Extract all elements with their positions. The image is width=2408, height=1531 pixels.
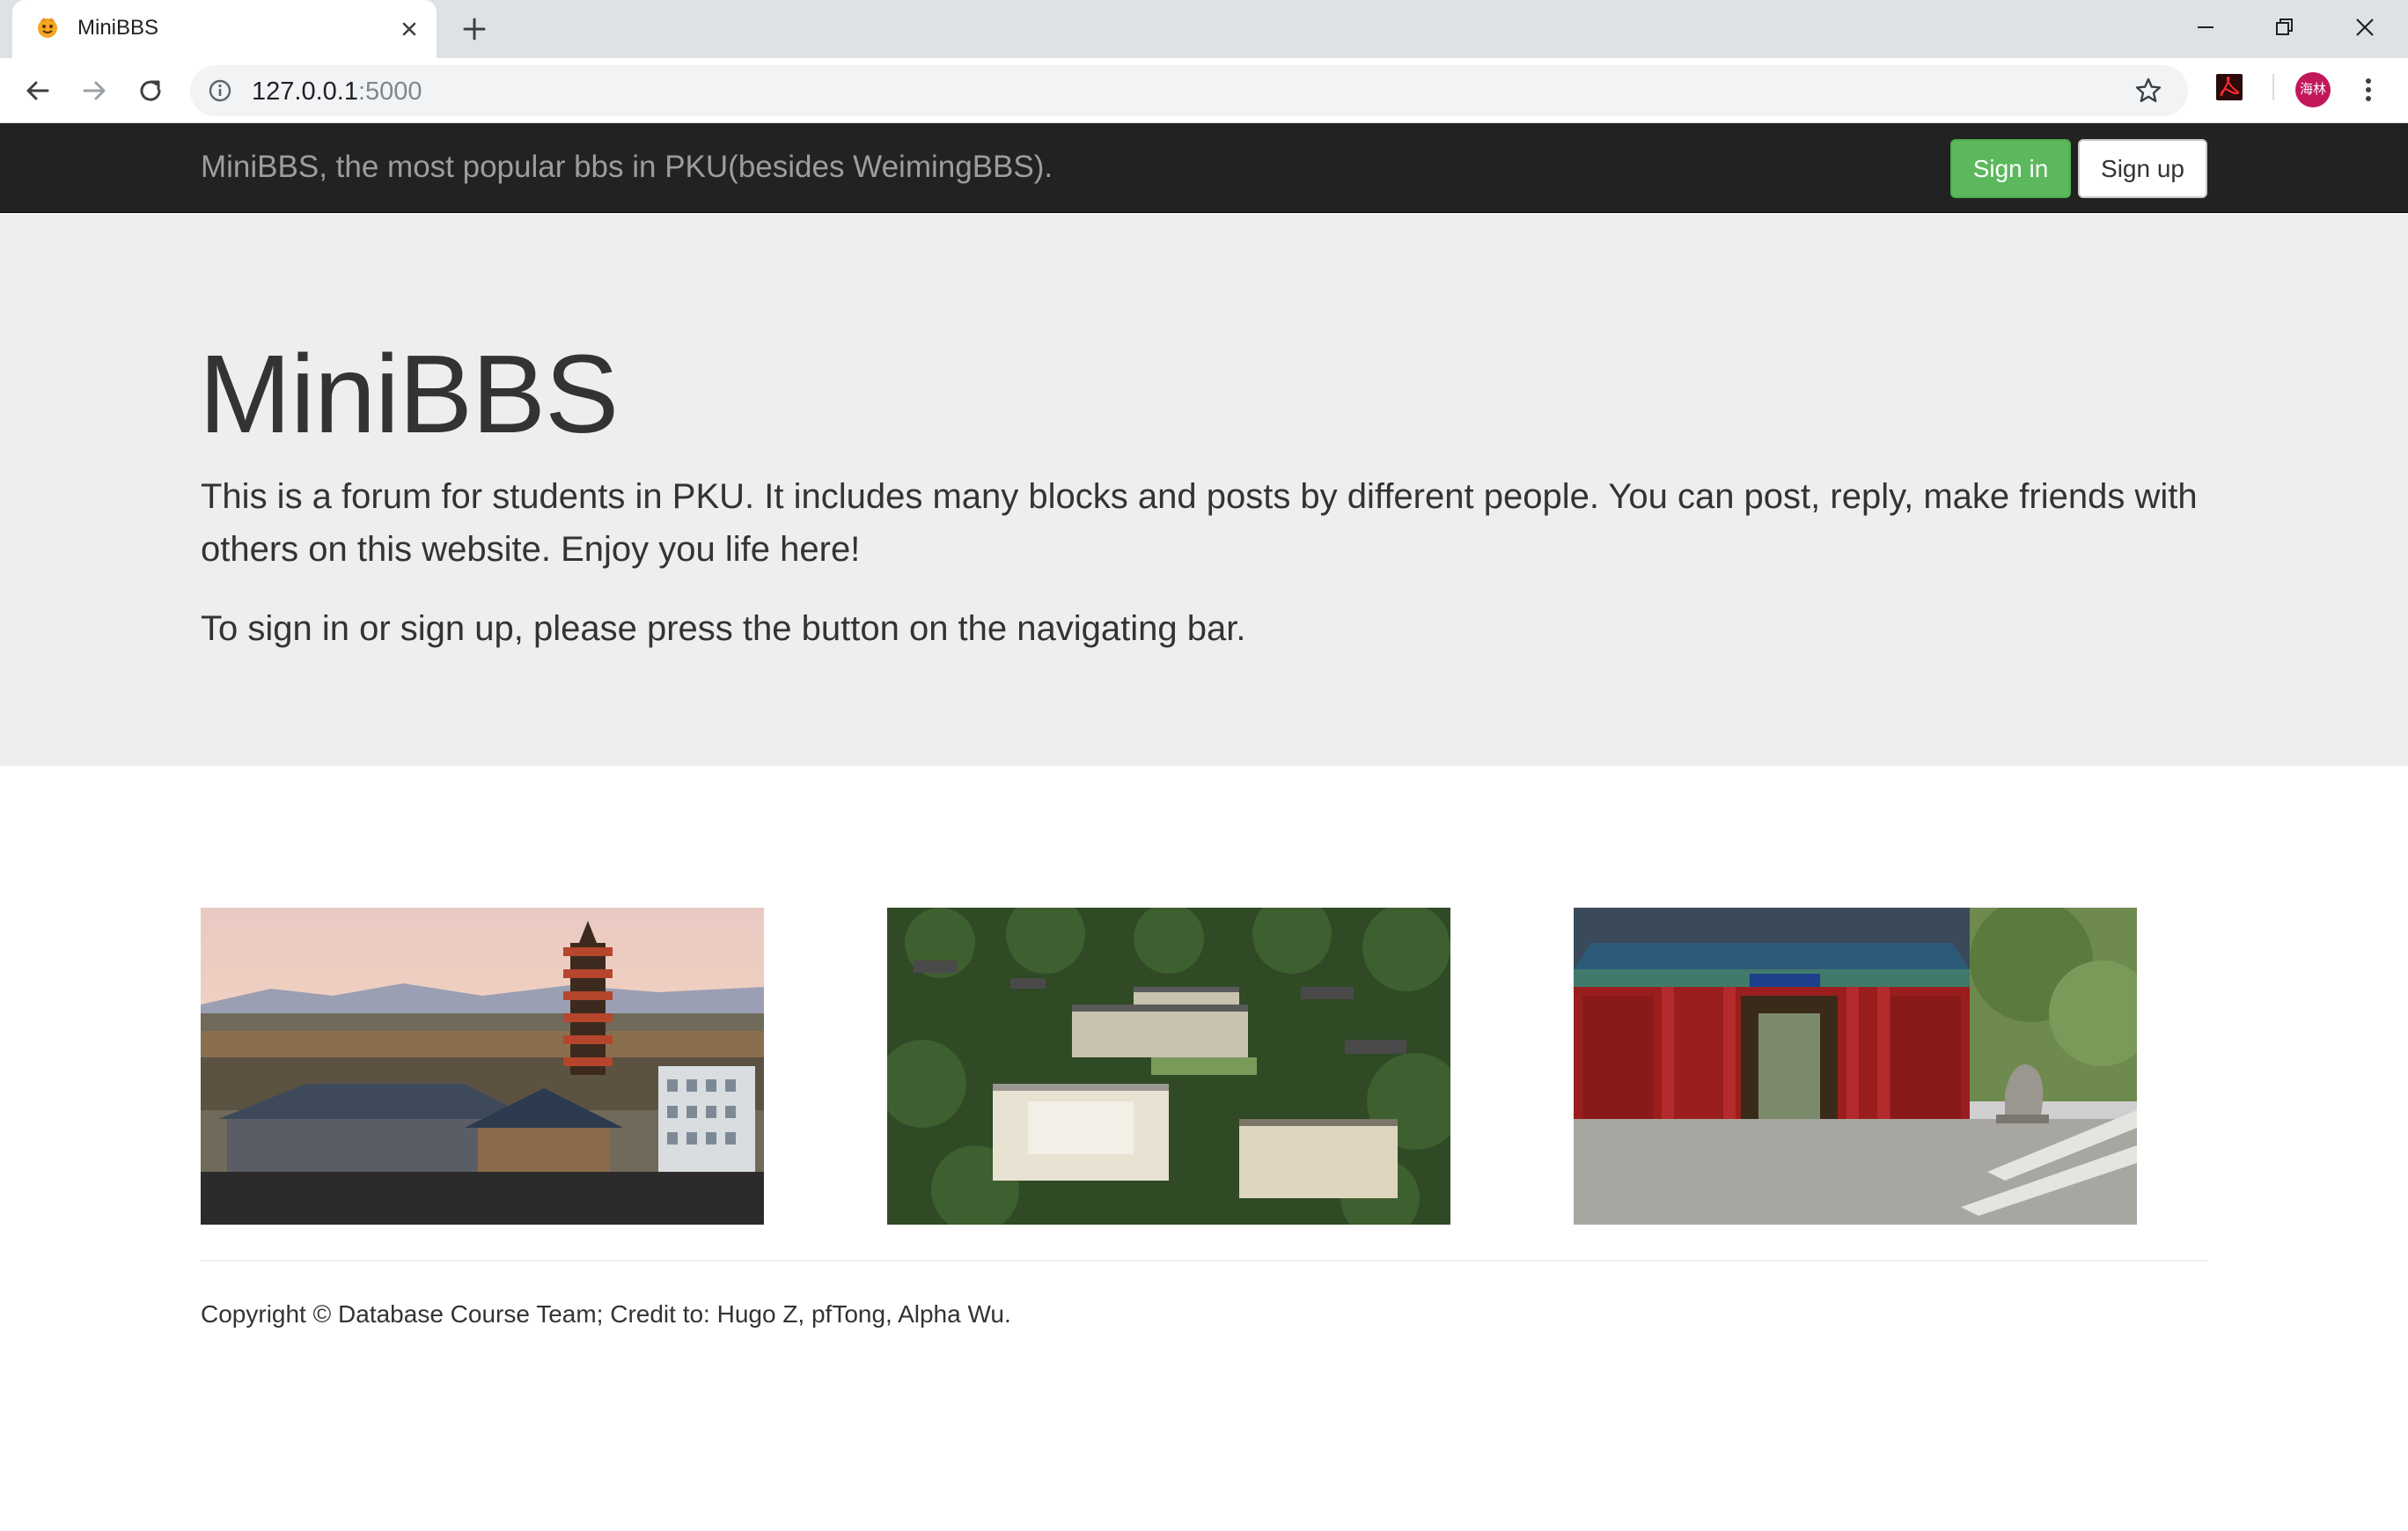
site-navbar: MiniBBS, the most popular bbs in PKU(bes…	[0, 123, 2408, 213]
new-tab-icon[interactable]	[459, 14, 489, 44]
footer-copyright: Copyright © Database Course Team; Credit…	[201, 1300, 1011, 1328]
photo-campus-aerial	[887, 908, 1450, 1225]
url-host: 127.0.0.1	[252, 77, 358, 106]
favicon-icon	[38, 18, 57, 38]
signin-hint-paragraph: To sign in or sign up, please press the …	[201, 609, 1246, 648]
more-menu-icon[interactable]	[2355, 72, 2382, 107]
bookmark-star-icon[interactable]	[2133, 76, 2163, 106]
toolbar-separator	[2272, 74, 2274, 100]
url-text: 127.0.0.1:5000	[252, 77, 422, 107]
back-arrow-icon[interactable]	[21, 74, 55, 107]
footer-divider	[201, 1260, 2207, 1262]
sign-in-button[interactable]: Sign in	[1950, 139, 2071, 198]
profile-avatar[interactable]: 海林	[2295, 72, 2331, 107]
site-info-icon[interactable]	[208, 78, 232, 103]
address-bar[interactable]: 127.0.0.1:5000	[190, 65, 2188, 116]
sign-up-button[interactable]: Sign up	[2078, 139, 2207, 198]
forward-arrow-icon[interactable]	[77, 74, 111, 107]
navbar-brand[interactable]: MiniBBS, the most popular bbs in PKU(bes…	[201, 150, 1053, 185]
browser-tabstrip: MiniBBS	[0, 0, 2408, 58]
minimize-icon[interactable]	[2191, 12, 2221, 42]
intro-paragraph: This is a forum for students in PKU. It …	[201, 477, 2198, 569]
jumbotron: MiniBBS This is a forum for students in …	[0, 214, 2408, 766]
browser-tab[interactable]: MiniBBS	[12, 0, 437, 58]
url-port: :5000	[357, 77, 422, 106]
close-tab-icon[interactable]	[396, 16, 422, 42]
photo-campus-gate	[1574, 908, 2137, 1225]
browser-toolbar: 127.0.0.1:5000	[0, 58, 2408, 123]
close-window-icon[interactable]	[2350, 12, 2380, 42]
tab-title: MiniBBS	[77, 16, 159, 40]
photo-pagoda	[201, 908, 764, 1225]
restore-icon[interactable]	[2269, 12, 2299, 42]
page-title: MiniBBS	[199, 332, 619, 456]
reload-icon[interactable]	[134, 74, 167, 107]
pdf-extension-icon[interactable]	[2214, 72, 2244, 102]
